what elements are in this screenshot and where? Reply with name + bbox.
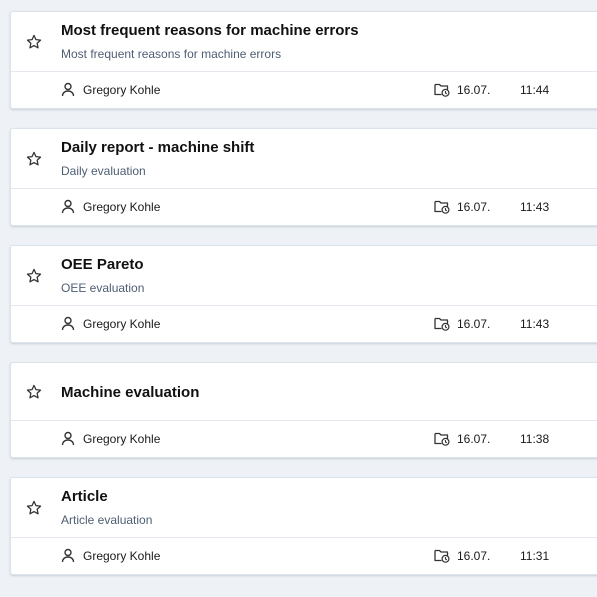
folder-clock-icon [434, 316, 450, 331]
folder-clock-icon [434, 548, 450, 563]
report-date: 16.07. [457, 317, 491, 331]
report-card-meta: Gregory Kohle 16.07. 11:44 [11, 72, 597, 108]
report-time: 11:43 [520, 200, 550, 214]
report-card-meta: Gregory Kohle 16.07. 11:38 [11, 421, 597, 457]
report-author: Gregory Kohle [83, 432, 161, 446]
report-card-header: Most frequent reasons for machine errors… [11, 12, 597, 72]
report-author: Gregory Kohle [83, 549, 161, 563]
report-title: Article [61, 488, 108, 505]
report-card[interactable]: Article Article evaluation Gregory Kohle… [10, 477, 597, 575]
report-title: Daily report - machine shift [61, 139, 255, 156]
report-card-header: OEE Pareto OEE evaluation [11, 246, 597, 306]
report-list: Most frequent reasons for machine errors… [10, 11, 597, 594]
report-author: Gregory Kohle [83, 83, 161, 97]
report-date: 16.07. [457, 432, 491, 446]
report-title: Most frequent reasons for machine errors [61, 22, 359, 39]
report-date: 16.07. [457, 200, 491, 214]
report-card-header: Daily report - machine shift Daily evalu… [11, 129, 597, 189]
report-card[interactable]: OEE Pareto OEE evaluation Gregory Kohle … [10, 245, 597, 343]
folder-clock-icon [434, 431, 450, 446]
user-icon [61, 199, 75, 214]
report-author: Gregory Kohle [83, 317, 161, 331]
report-subtitle: OEE evaluation [61, 281, 145, 295]
report-card[interactable]: Daily report - machine shift Daily evalu… [10, 128, 597, 226]
report-card-header: Article Article evaluation [11, 478, 597, 538]
report-time: 11:44 [520, 83, 550, 97]
user-icon [61, 316, 75, 331]
report-card-meta: Gregory Kohle 16.07. 11:31 [11, 538, 597, 574]
user-icon [61, 548, 75, 563]
report-time: 11:43 [520, 317, 550, 331]
report-subtitle: Most frequent reasons for machine errors [61, 47, 282, 61]
star-icon[interactable] [25, 150, 43, 168]
report-title: Machine evaluation [61, 384, 200, 401]
star-icon[interactable] [25, 383, 43, 401]
report-card-header: Machine evaluation [11, 363, 597, 421]
report-title: OEE Pareto [61, 256, 144, 273]
report-subtitle: Article evaluation [61, 513, 153, 527]
user-icon [61, 431, 75, 446]
report-card-meta: Gregory Kohle 16.07. 11:43 [11, 189, 597, 225]
star-icon[interactable] [25, 33, 43, 51]
report-date: 16.07. [457, 549, 491, 563]
report-time: 11:31 [520, 549, 550, 563]
report-author: Gregory Kohle [83, 200, 161, 214]
folder-clock-icon [434, 82, 450, 97]
report-date: 16.07. [457, 83, 491, 97]
folder-clock-icon [434, 199, 450, 214]
user-icon [61, 82, 75, 97]
star-icon[interactable] [25, 267, 43, 285]
report-subtitle: Daily evaluation [61, 164, 146, 178]
report-card-meta: Gregory Kohle 16.07. 11:43 [11, 306, 597, 342]
report-card[interactable]: Most frequent reasons for machine errors… [10, 11, 597, 109]
report-time: 11:38 [520, 432, 550, 446]
report-card[interactable]: Machine evaluation Gregory Kohle 16.07. … [10, 362, 597, 458]
star-icon[interactable] [25, 499, 43, 517]
